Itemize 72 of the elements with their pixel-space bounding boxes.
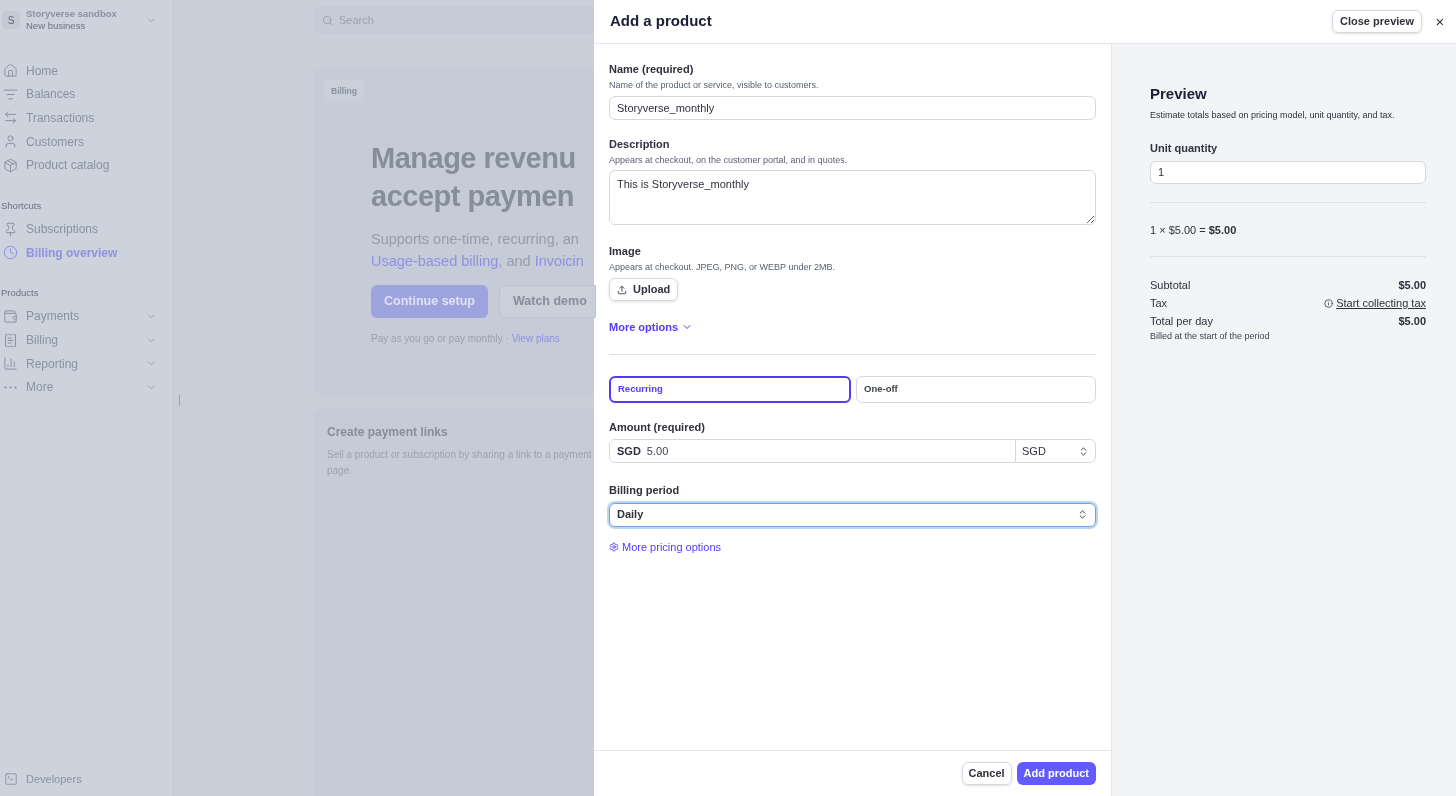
field-label: Amount (required) [609, 419, 706, 435]
description-input[interactable]: This is Storyverse_monthly [609, 170, 1096, 225]
dots-icon [4, 385, 17, 389]
summary-value: $5.00 [1398, 277, 1426, 293]
list-icon [3, 86, 18, 102]
clock-icon [3, 245, 18, 261]
quantity-input[interactable]: 1 [1150, 160, 1426, 184]
sidebar-item[interactable]: Billing overview [0, 240, 173, 265]
sidebar-item[interactable]: Billing [0, 328, 173, 352]
preview-subtitle: Estimate totals based on pricing model, unit quantity, and tax. [1150, 108, 1396, 122]
sidebar-item[interactable]: Subscriptions [0, 217, 173, 241]
preview-title: Preview [1150, 84, 1208, 104]
sidebar-item[interactable]: Balances [0, 82, 173, 107]
updown-icon [1077, 509, 1088, 520]
bar-chart-icon [3, 356, 18, 372]
field-label: Billing period [609, 483, 681, 498]
sidebar-item[interactable]: Product catalog [0, 153, 173, 177]
billing-period-select[interactable]: Daily [609, 502, 1096, 527]
field-label: Description [609, 137, 671, 152]
field-hint: Name of the product or service, visible to customers. [609, 78, 820, 92]
sidebar-item[interactable]: Transactions [0, 106, 173, 130]
billing-badge: Billing [324, 80, 364, 103]
collect-tax-link[interactable]: Start collecting tax [1324, 294, 1426, 312]
pricing-type-tab[interactable]: Recurring [609, 375, 851, 403]
add-product-button[interactable]: Add product [1016, 762, 1096, 785]
sidebar-item[interactable]: More [0, 375, 173, 400]
pricing-type-tab[interactable]: One-off [856, 375, 1096, 403]
summary-label: Subtotal [1150, 277, 1192, 293]
arrows-icon [3, 110, 18, 126]
hero-title: Manage revenu accept paymen [371, 140, 577, 214]
continue-setup-button[interactable]: Continue setup [371, 284, 488, 318]
resize-handle[interactable] [179, 395, 180, 406]
pin-icon [3, 221, 18, 237]
more-options-link[interactable]: More options [609, 319, 694, 336]
search-icon [322, 14, 333, 26]
box-icon [3, 157, 18, 173]
billing-note: Billed at the start of the period [1150, 330, 1271, 343]
sidebar-item[interactable]: Reporting [0, 351, 173, 376]
close-button[interactable]: × [1432, 13, 1448, 30]
field-label: Name (required) [609, 62, 695, 77]
developers-link[interactable]: Developers [0, 764, 173, 794]
field-label: Image [609, 244, 642, 259]
card-title: Create payment links [327, 424, 449, 441]
summary-label: Tax [1150, 295, 1169, 311]
field-hint: Appears at checkout, on the customer portal, and in quotes. [609, 153, 849, 167]
account-subtitle: New business [26, 20, 87, 32]
field-label: Unit quantity [1150, 141, 1219, 156]
name-input[interactable]: Storyverse_monthly [609, 96, 1096, 120]
section-heading: Products [0, 286, 40, 301]
sidebar-item[interactable]: Customers [0, 129, 173, 154]
section-heading: Shortcuts [0, 198, 43, 213]
home-icon [3, 63, 18, 79]
price-calculation: 1 × $5.00 = $5.00 [1150, 222, 1238, 238]
field-hint: Appears at checkout. JPEG, PNG, or WEBP under 2MB. [609, 260, 836, 274]
cancel-button[interactable]: Cancel [961, 762, 1012, 785]
watch-demo-button[interactable]: Watch demo [498, 284, 596, 318]
receipt-icon [3, 332, 18, 348]
summary-value: $5.00 [1398, 313, 1426, 329]
terminal-icon [4, 772, 18, 786]
summary-label: Total per day [1150, 313, 1214, 329]
invoicing-link[interactable]: Invoicin [534, 252, 584, 269]
more-pricing-link[interactable]: More pricing options [609, 538, 722, 555]
upload-icon [617, 284, 627, 295]
close-preview-button[interactable]: Close preview [1332, 10, 1422, 33]
sidebar-item[interactable]: Payments [0, 304, 173, 329]
upload-button[interactable]: Upload [609, 278, 679, 301]
sidebar-item[interactable]: Home [0, 59, 173, 83]
account-avatar: S [2, 11, 20, 29]
drawer-title: Add a product [610, 11, 713, 32]
account-name: Storyverse sandbox [26, 8, 118, 20]
person-icon [3, 134, 18, 150]
wallet-icon [3, 308, 18, 324]
